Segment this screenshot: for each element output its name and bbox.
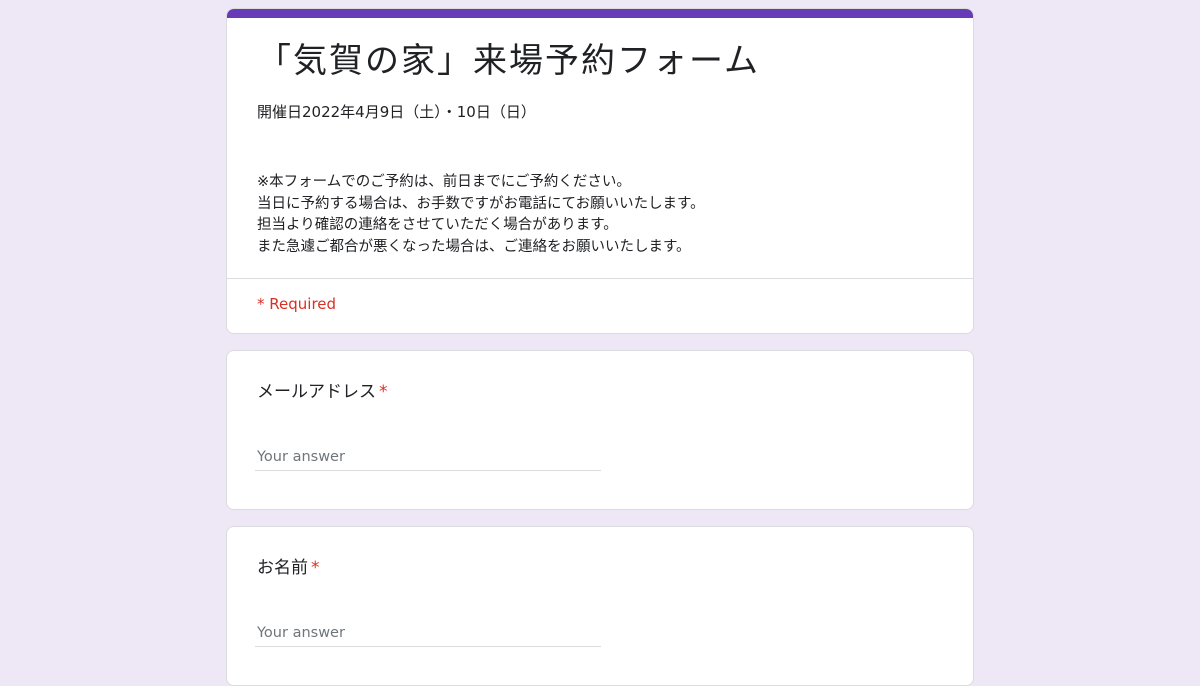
form-header-card: 「気賀の家」来場予約フォーム 開催日2022年4月9日（土）・10日（日） ※本… bbox=[226, 8, 974, 334]
question-label: お名前 bbox=[257, 558, 308, 578]
description-line: 当日に予約する場合は、お手数ですがお電話にてお願いいたします。 bbox=[257, 195, 705, 212]
question-card-name: お名前 * bbox=[226, 526, 974, 686]
required-asterisk: * bbox=[379, 382, 388, 402]
event-date: 開催日2022年4月9日（土）・10日（日） bbox=[257, 103, 536, 121]
question-card-email: メールアドレス * bbox=[226, 350, 974, 510]
form-title: 「気賀の家」来場予約フォーム bbox=[257, 41, 760, 81]
name-input[interactable] bbox=[255, 619, 601, 647]
accent-bar bbox=[227, 9, 973, 18]
description-line: また急遽ご都合が悪くなった場合は、ご連絡をお願いいたします。 bbox=[257, 238, 691, 255]
question-title: お名前 * bbox=[257, 556, 320, 580]
header-divider bbox=[227, 278, 973, 279]
required-asterisk: * bbox=[311, 558, 320, 578]
description-line: 担当より確認の連絡をさせていただく場合があります。 bbox=[257, 217, 618, 233]
question-title: メールアドレス * bbox=[257, 380, 388, 404]
required-note: * Required bbox=[257, 295, 337, 313]
description-line: ※本フォームでのご予約は、前日までにご予約ください。 bbox=[257, 174, 631, 190]
question-label: メールアドレス bbox=[257, 382, 376, 402]
form-column: 「気賀の家」来場予約フォーム 開催日2022年4月9日（土）・10日（日） ※本… bbox=[226, 8, 974, 686]
form-description: ※本フォームでのご予約は、前日までにご予約ください。 当日に予約する場合は、お手… bbox=[257, 172, 705, 258]
email-input[interactable] bbox=[255, 443, 601, 471]
